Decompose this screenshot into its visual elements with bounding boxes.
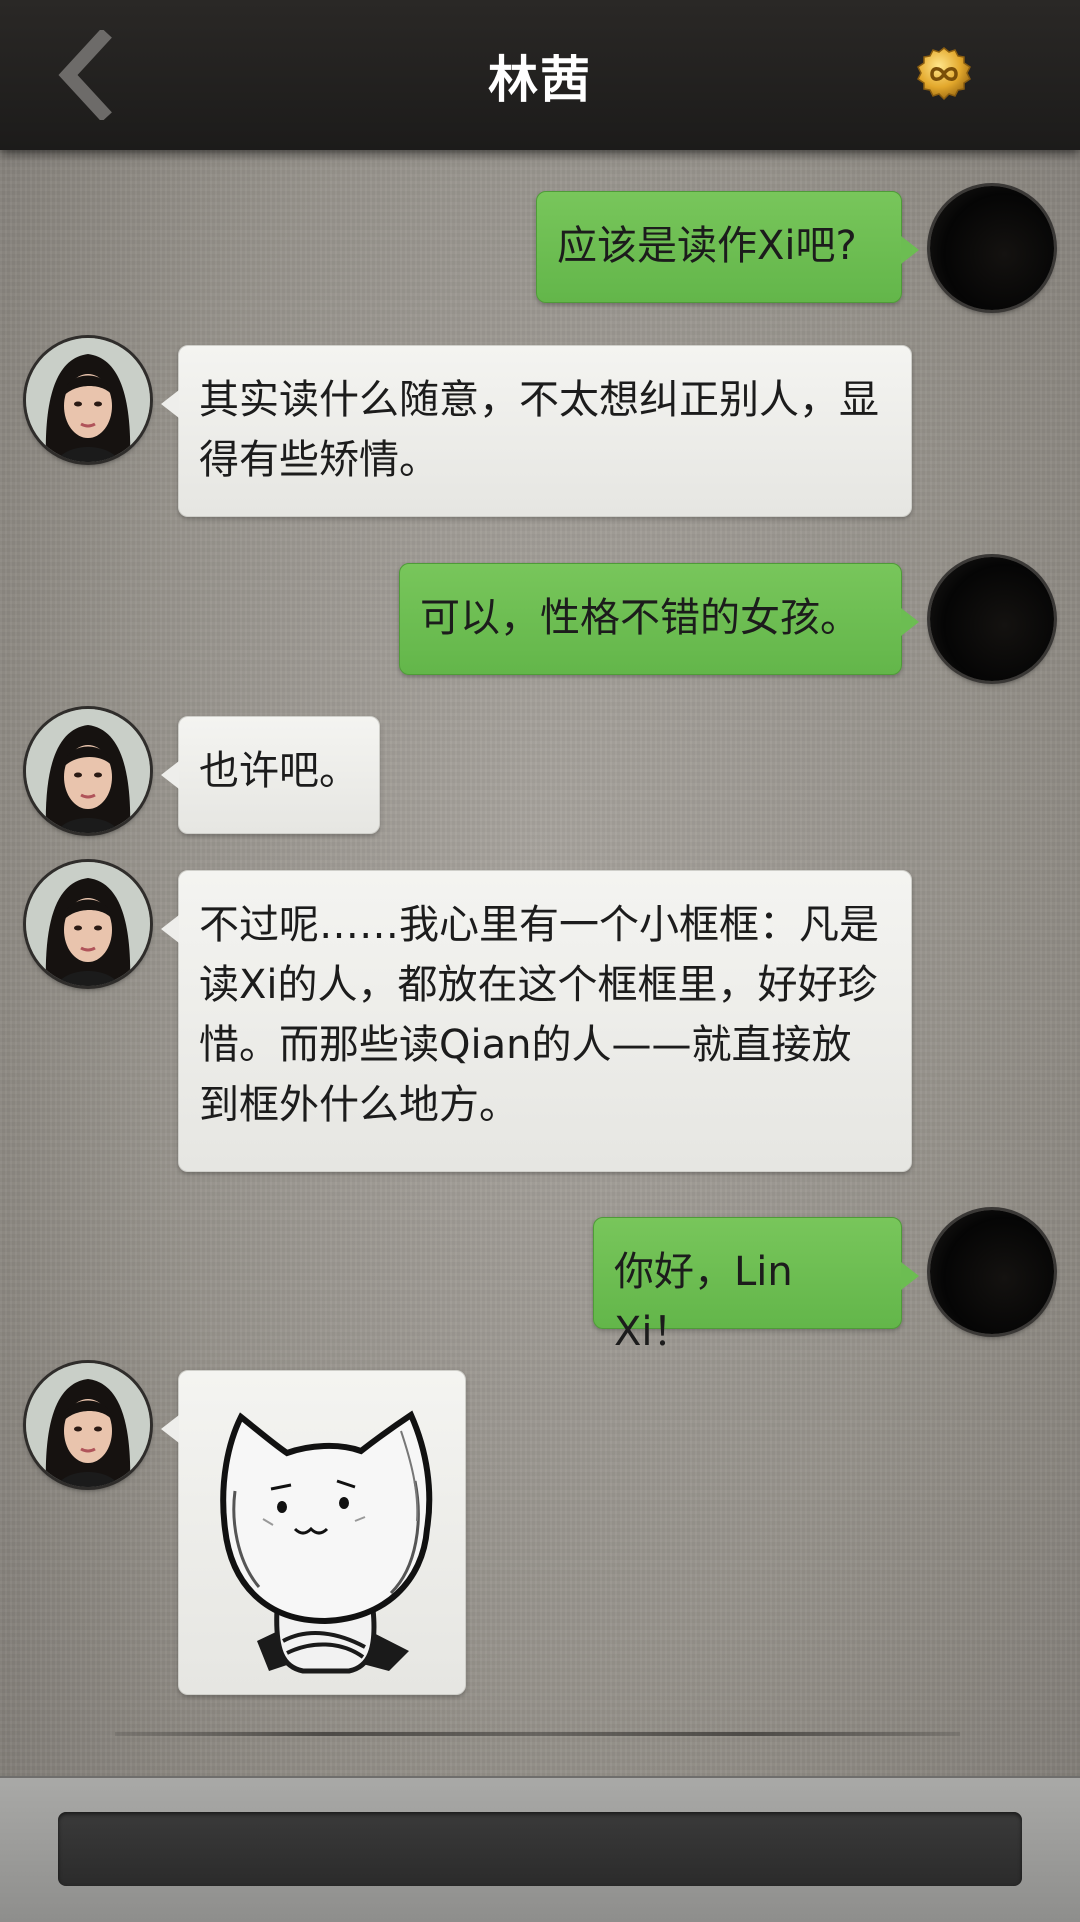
user-avatar[interactable]: [930, 1210, 1054, 1334]
contact-avatar-photo: [26, 862, 150, 986]
message-text: 其实读什么随意，不太想纠正别人，显得有些矫情。: [199, 377, 879, 483]
message-bubble-outgoing[interactable]: 应该是读作Xi吧?: [536, 191, 919, 303]
contact-avatar[interactable]: [26, 862, 150, 986]
message-text: 可以，性格不错的女孩。: [420, 595, 860, 641]
header-bar: 林茜: [0, 0, 1080, 150]
message-bubble-incoming[interactable]: 也许吧。: [161, 716, 380, 834]
contact-avatar[interactable]: [26, 709, 150, 833]
message-bubble-sticker[interactable]: [161, 1370, 466, 1695]
contact-avatar[interactable]: [26, 338, 150, 462]
bottom-input-bar: [0, 1776, 1080, 1922]
message-bubble-incoming[interactable]: 其实读什么随意，不太想纠正别人，显得有些矫情。: [161, 345, 912, 517]
contact-avatar[interactable]: [26, 1363, 150, 1487]
contact-avatar-photo: [26, 709, 150, 833]
message-text: 应该是读作Xi吧?: [557, 223, 857, 269]
contact-avatar-photo: [26, 338, 150, 462]
message-text: 你好，Lin Xi！: [614, 1249, 793, 1355]
contact-avatar-photo: [26, 1363, 150, 1487]
message-input[interactable]: [58, 1812, 1022, 1886]
message-text: 也许吧。: [199, 748, 359, 794]
cat-sticker: [220, 1410, 433, 1674]
coin-button[interactable]: [916, 46, 972, 102]
message-bubble-outgoing[interactable]: 你好，Lin Xi！: [593, 1217, 919, 1355]
user-avatar[interactable]: [930, 557, 1054, 681]
chat-screen: 林茜 应该是读作Xi吧? 其实读什么随意，不太想纠正别人，显得有些矫情。 可以，…: [0, 0, 1080, 1922]
user-avatar[interactable]: [930, 186, 1054, 310]
message-text: 不过呢……我心里有一个小框框：凡是读Xi的人，都放在这个框框里，好好珍惜。而那些…: [199, 902, 879, 1128]
infinity-coin-icon: [917, 47, 971, 101]
divider-line: [115, 1732, 960, 1736]
message-bubble-incoming[interactable]: 不过呢……我心里有一个小框框：凡是读Xi的人，都放在这个框框里，好好珍惜。而那些…: [161, 870, 912, 1172]
message-bubble-outgoing[interactable]: 可以，性格不错的女孩。: [399, 563, 919, 675]
